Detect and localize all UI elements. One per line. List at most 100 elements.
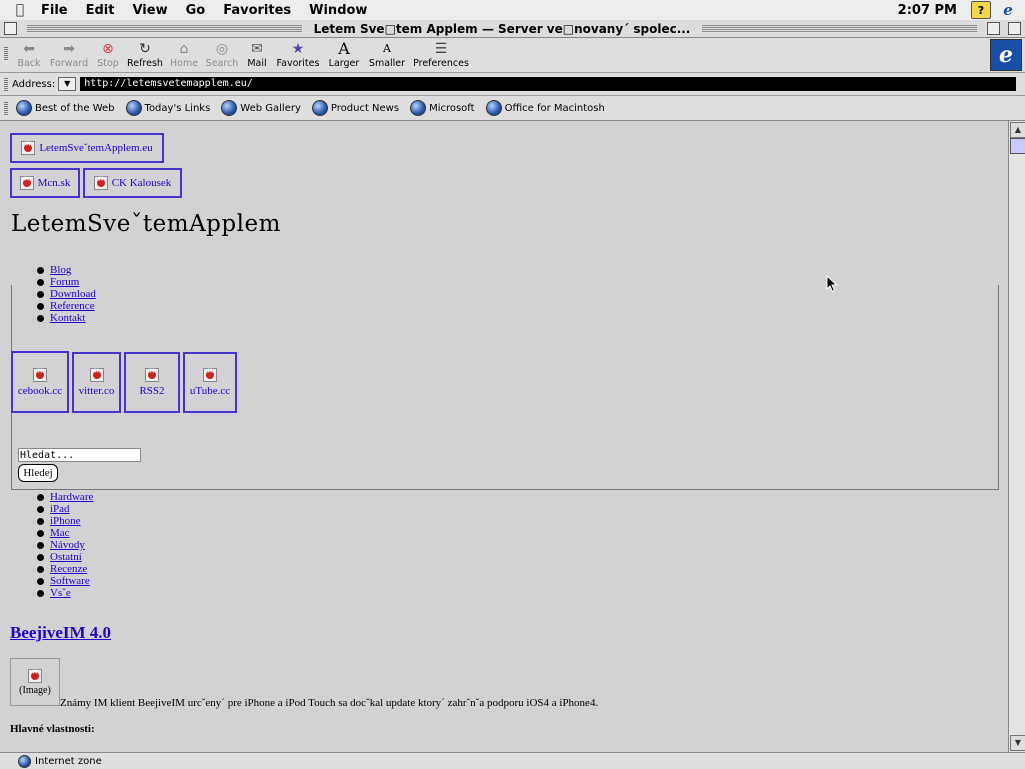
mouse-cursor-icon <box>826 275 838 293</box>
favorites-bar: Best of the Web Today's Links Web Galler… <box>0 96 1025 121</box>
broken-image-icon <box>203 366 217 382</box>
back-button[interactable]: ⬅ Back <box>15 40 43 69</box>
broken-image-icon <box>89 366 104 382</box>
internet-zone-icon <box>18 754 31 768</box>
nav-reference[interactable]: Reference <box>50 300 95 312</box>
features-heading: Hlavné vlastnosti: <box>10 723 95 735</box>
mail-icon: ✉ <box>251 41 263 57</box>
image-link-ck-kalousek[interactable]: CK Kalousek <box>83 168 182 198</box>
nav-forum[interactable]: Forum <box>50 276 79 288</box>
favorites-button[interactable]: ★ Favorites <box>275 40 321 69</box>
smaller-button[interactable]: A Smaller <box>368 40 406 69</box>
larger-button[interactable]: A Larger <box>328 40 360 70</box>
image-link-letemsvetemapplem[interactable]: LetemSveˇtemApplem.eu <box>10 133 164 163</box>
site-title: LetemSveˇtemApplem <box>11 211 281 237</box>
stop-button[interactable]: ⊗ Stop <box>94 40 122 69</box>
preferences-icon: ☰ <box>434 41 448 57</box>
broken-image-icon <box>33 366 47 382</box>
menu-view[interactable]: View <box>132 3 167 18</box>
category-list: Hardware iPad iPhone Mac Návody Ostatní … <box>11 491 93 599</box>
nav-download[interactable]: Download <box>50 288 96 300</box>
favorite-todays-links[interactable]: Today's Links <box>125 100 210 116</box>
scroll-up-arrow-icon[interactable]: ▲ <box>1010 122 1025 138</box>
favorites-icon: ★ <box>291 41 305 57</box>
search-icon: ◎ <box>215 41 229 57</box>
toolbar-grip[interactable] <box>4 46 8 60</box>
address-label: Address: <box>12 78 56 90</box>
zoom-box[interactable] <box>987 22 1000 35</box>
search-input[interactable]: Hledat... <box>18 448 141 462</box>
broken-image-icon <box>93 174 108 190</box>
address-input[interactable]: http://letemsvetemapplem.eu/ <box>80 77 1017 91</box>
title-bar-stripes-right <box>702 24 977 33</box>
social-twitter-link[interactable]: vitter.co <box>72 352 121 413</box>
globe-icon <box>410 100 427 116</box>
address-bar-grip[interactable] <box>4 77 8 91</box>
home-icon: ⌂ <box>179 41 189 57</box>
internet-explorer-app-icon[interactable]: e <box>999 1 1017 19</box>
globe-icon <box>485 100 502 116</box>
main-nav: Blog Forum Download Reference Kontakt <box>11 264 96 324</box>
refresh-button[interactable]: ↻ Refresh <box>125 40 165 69</box>
forward-button[interactable]: ➡ Forward <box>48 40 90 69</box>
category-vse[interactable]: Vsˇe <box>50 587 71 599</box>
social-rss-link[interactable]: RSS2 <box>124 352 180 413</box>
article-text: Známy IM klient BeejiveIM urcˇeny´ pre i… <box>60 697 599 709</box>
mail-button[interactable]: ✉ Mail <box>245 40 269 69</box>
browser-toolbar: ⬅ Back ➡ Forward ⊗ Stop ↻ Refresh ⌂ Home… <box>0 38 1025 73</box>
broken-image-icon <box>19 174 34 190</box>
globe-icon <box>125 100 142 116</box>
image-link-mcn[interactable]: Mcn.sk <box>10 168 80 198</box>
favorite-microsoft[interactable]: Microsoft <box>410 100 475 116</box>
ie-logo-icon[interactable]: e <box>990 39 1022 71</box>
broken-image-icon <box>28 667 42 683</box>
category-software[interactable]: Software <box>50 575 90 587</box>
broken-image-icon <box>21 139 36 155</box>
search-button[interactable]: ◎ Search <box>204 40 240 69</box>
menu-file[interactable]: File <box>41 3 68 18</box>
scroll-thumb[interactable] <box>1010 138 1025 154</box>
address-dropdown-button[interactable]: ▼ <box>58 77 77 91</box>
nav-blog[interactable]: Blog <box>50 264 71 276</box>
address-bar: Address: ▼ http://letemsvetemapplem.eu/ <box>0 73 1025 96</box>
window-title-bar[interactable]: Letem Sve□tem Applem — Server ve□novany´… <box>0 20 1025 38</box>
social-facebook-link[interactable]: cebook.cc <box>11 351 69 413</box>
help-icon[interactable]: ? <box>971 1 991 19</box>
preferences-button[interactable]: ☰ Preferences <box>412 40 470 69</box>
category-ostatni[interactable]: Ostatní <box>50 551 82 563</box>
menu-window[interactable]: Window <box>309 3 367 18</box>
search-button[interactable]: Hledej <box>18 464 58 482</box>
forward-arrow-icon: ➡ <box>63 41 75 57</box>
home-button[interactable]: ⌂ Home <box>170 40 198 69</box>
category-recenze[interactable]: Recenze <box>50 563 87 575</box>
category-ipad[interactable]: iPad <box>50 503 70 515</box>
menu-bar:  File Edit View Go Favorites Window 2:0… <box>0 0 1025 21</box>
category-navody[interactable]: Návody <box>50 539 85 551</box>
menu-favorites[interactable]: Favorites <box>223 3 291 18</box>
globe-icon <box>16 100 32 116</box>
vertical-scrollbar[interactable]: ▲ ▼ <box>1008 121 1025 752</box>
menu-clock[interactable]: 2:07 PM <box>898 3 957 18</box>
article-image: (Image) <box>10 658 60 706</box>
menu-edit[interactable]: Edit <box>86 3 115 18</box>
stop-icon: ⊗ <box>102 41 114 57</box>
close-box[interactable] <box>4 22 17 35</box>
favorite-office-for-macintosh[interactable]: Office for Macintosh <box>485 100 605 116</box>
favorite-product-news[interactable]: Product News <box>311 100 399 116</box>
scroll-down-arrow-icon[interactable]: ▼ <box>1010 735 1025 751</box>
favorite-best-of-the-web[interactable]: Best of the Web <box>16 100 115 116</box>
category-iphone[interactable]: iPhone <box>50 515 81 527</box>
broken-image-icon <box>145 366 159 382</box>
category-mac[interactable]: Mac <box>50 527 70 539</box>
nav-kontakt[interactable]: Kontakt <box>50 312 85 324</box>
apple-menu-icon[interactable]:  <box>8 2 32 18</box>
favorite-web-gallery[interactable]: Web Gallery <box>221 100 301 116</box>
collapse-box[interactable] <box>1008 22 1021 35</box>
menu-go[interactable]: Go <box>186 3 206 18</box>
social-youtube-link[interactable]: uTube.cc <box>183 352 237 413</box>
category-hardware[interactable]: Hardware <box>50 491 93 503</box>
favorites-bar-grip[interactable] <box>4 101 8 115</box>
refresh-icon: ↻ <box>139 41 151 57</box>
back-arrow-icon: ⬅ <box>23 41 35 57</box>
article-title[interactable]: BeejiveIM 4.0 <box>10 623 111 643</box>
